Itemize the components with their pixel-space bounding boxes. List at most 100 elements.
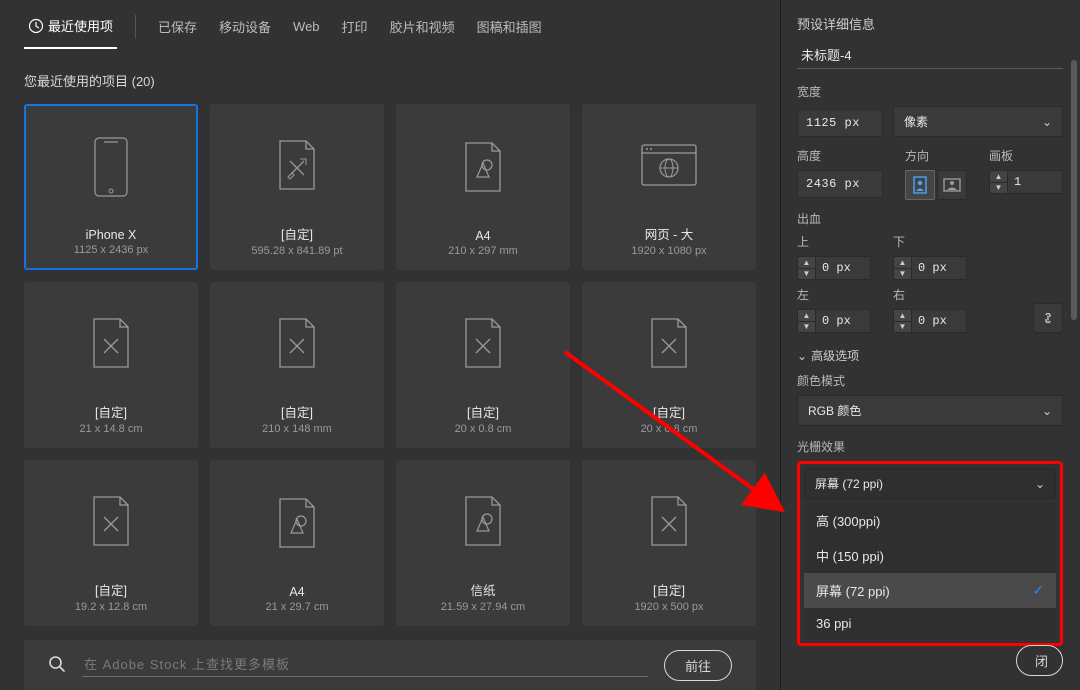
tab-web[interactable]: Web bbox=[289, 13, 324, 46]
tab-divider bbox=[135, 15, 136, 39]
chevron-down-icon: ⌄ bbox=[1035, 477, 1045, 491]
orientation-landscape-button[interactable] bbox=[937, 170, 967, 200]
preset-dims: 1125 x 2436 px bbox=[74, 244, 148, 256]
preset-custom[interactable]: [自定] 595.28 x 841.89 pt bbox=[210, 104, 384, 270]
custom-doc-icon bbox=[276, 283, 318, 402]
height-input[interactable] bbox=[797, 170, 883, 198]
stock-search-input[interactable] bbox=[82, 653, 648, 677]
a4-doc-icon bbox=[462, 105, 504, 229]
raster-option-high[interactable]: 高 (300ppi) bbox=[804, 503, 1056, 538]
tab-saved[interactable]: 已保存 bbox=[154, 11, 201, 48]
unit-value: 像素 bbox=[904, 113, 928, 130]
preset-details-title: 预设详细信息 bbox=[797, 14, 1063, 33]
preset-custom[interactable]: [自定] 210 x 148 mm bbox=[210, 282, 384, 448]
preset-custom[interactable]: [自定] 20 x 0.8 cm bbox=[582, 282, 756, 448]
colormode-label: 颜色模式 bbox=[797, 372, 1063, 389]
web-icon bbox=[640, 105, 698, 224]
preset-custom[interactable]: [自定] 20 x 0.8 cm bbox=[396, 282, 570, 448]
tab-mobile[interactable]: 移动设备 bbox=[215, 11, 275, 48]
preset-dims: 21 x 14.8 cm bbox=[80, 423, 143, 435]
bleed-top-stepper[interactable]: ▲▼ bbox=[797, 256, 871, 280]
chevron-down-icon: ⌄ bbox=[1042, 115, 1052, 129]
preset-name: iPhone X bbox=[86, 228, 137, 242]
preset-a4[interactable]: A4 210 x 297 mm bbox=[396, 104, 570, 270]
preset-name: [自定] bbox=[95, 402, 127, 421]
bleed-right-label: 右 bbox=[893, 286, 967, 303]
raster-highlight-box: 屏幕 (72 ppi) ⌄ 高 (300ppi) 中 (150 ppi) 屏幕 … bbox=[797, 461, 1063, 646]
stock-go-button[interactable]: 前往 bbox=[664, 650, 732, 681]
preset-name: 信纸 bbox=[470, 580, 495, 599]
document-name-input[interactable] bbox=[797, 43, 1063, 69]
bleed-top-input[interactable] bbox=[815, 256, 871, 280]
clock-icon bbox=[28, 18, 44, 34]
bleed-right-stepper[interactable]: ▲▼ bbox=[893, 309, 967, 333]
artboard-stepper[interactable]: ▲▼ bbox=[989, 170, 1063, 194]
width-label: 宽度 bbox=[797, 83, 1063, 100]
preset-dims: 210 x 297 mm bbox=[448, 245, 518, 257]
category-tabs: 最近使用项 已保存 移动设备 Web 打印 胶片和视频 图稿和插图 bbox=[24, 0, 756, 49]
preset-name: A4 bbox=[289, 585, 304, 599]
raster-select[interactable]: 屏幕 (72 ppi) ⌄ bbox=[804, 468, 1056, 499]
step-up-icon[interactable]: ▲ bbox=[990, 171, 1007, 183]
bleed-label: 出血 bbox=[797, 210, 1063, 227]
preset-name: [自定] bbox=[653, 580, 685, 599]
width-input[interactable] bbox=[797, 109, 883, 137]
raster-option-36[interactable]: 36 ppi bbox=[804, 608, 1056, 639]
chevron-down-icon: ⌄ bbox=[797, 349, 807, 363]
preset-dims: 21.59 x 27.94 cm bbox=[441, 601, 525, 613]
preset-name: [自定] bbox=[281, 224, 313, 243]
preset-custom[interactable]: [自定] 19.2 x 12.8 cm bbox=[24, 460, 198, 626]
preset-dims: 210 x 148 mm bbox=[262, 423, 332, 435]
bleed-bottom-input[interactable] bbox=[911, 256, 967, 280]
advanced-options-toggle[interactable]: ⌄ 高级选项 bbox=[797, 347, 1063, 364]
bleed-right-input[interactable] bbox=[911, 309, 967, 333]
colormode-value: RGB 颜色 bbox=[808, 402, 861, 419]
chevron-down-icon: ⌄ bbox=[1042, 404, 1052, 418]
bleed-left-stepper[interactable]: ▲▼ bbox=[797, 309, 871, 333]
preset-dims: 595.28 x 841.89 pt bbox=[251, 245, 342, 257]
preset-dims: 1920 x 1080 px bbox=[631, 245, 706, 257]
custom-doc-icon bbox=[648, 461, 690, 580]
advanced-label: 高级选项 bbox=[811, 347, 859, 364]
preset-custom[interactable]: [自定] 21 x 14.8 cm bbox=[24, 282, 198, 448]
preset-custom[interactable]: [自定] 1920 x 500 px bbox=[582, 460, 756, 626]
preset-grid: iPhone X 1125 x 2436 px [自定] 595.28 x 84… bbox=[24, 104, 756, 626]
scrollbar[interactable] bbox=[1071, 60, 1077, 620]
tab-print[interactable]: 打印 bbox=[338, 11, 372, 48]
preset-iphone-x[interactable]: iPhone X 1125 x 2436 px bbox=[24, 104, 198, 270]
preset-dims: 21 x 29.7 cm bbox=[266, 601, 329, 613]
search-icon bbox=[48, 655, 66, 676]
preset-dims: 19.2 x 12.8 cm bbox=[75, 601, 147, 613]
preset-name: [自定] bbox=[653, 402, 685, 421]
bleed-left-input[interactable] bbox=[815, 309, 871, 333]
tab-recent-label: 最近使用项 bbox=[48, 16, 113, 35]
preset-dims: 1920 x 500 px bbox=[634, 601, 703, 613]
link-bleed-button[interactable] bbox=[1033, 303, 1063, 333]
preset-a4[interactable]: A4 21 x 29.7 cm bbox=[210, 460, 384, 626]
preset-dims: 20 x 0.8 cm bbox=[455, 423, 512, 435]
tab-art[interactable]: 图稿和插图 bbox=[473, 11, 546, 48]
bleed-bottom-stepper[interactable]: ▲▼ bbox=[893, 256, 967, 280]
close-button[interactable]: 闭 bbox=[1016, 645, 1063, 676]
a4-doc-icon bbox=[462, 461, 504, 580]
raster-dropdown: 高 (300ppi) 中 (150 ppi) 屏幕 (72 ppi)✓ 36 p… bbox=[804, 503, 1056, 639]
preset-letter[interactable]: 信纸 21.59 x 27.94 cm bbox=[396, 460, 570, 626]
step-down-icon[interactable]: ▼ bbox=[990, 183, 1007, 194]
raster-option-screen[interactable]: 屏幕 (72 ppi)✓ bbox=[804, 573, 1056, 608]
raster-label: 光栅效果 bbox=[797, 438, 1063, 455]
orientation-portrait-button[interactable] bbox=[905, 170, 935, 200]
tab-recent[interactable]: 最近使用项 bbox=[24, 10, 117, 49]
custom-doc-icon bbox=[276, 105, 318, 224]
bleed-left-label: 左 bbox=[797, 286, 871, 303]
stock-search-bar: 前往 bbox=[24, 640, 756, 690]
raster-option-medium[interactable]: 中 (150 ppi) bbox=[804, 538, 1056, 573]
tab-film[interactable]: 胶片和视频 bbox=[386, 11, 459, 48]
preset-name: 网页 - 大 bbox=[645, 224, 694, 243]
unit-select[interactable]: 像素 ⌄ bbox=[893, 106, 1063, 137]
colormode-select[interactable]: RGB 颜色 ⌄ bbox=[797, 395, 1063, 426]
preset-name: [自定] bbox=[95, 580, 127, 599]
preset-web-large[interactable]: 网页 - 大 1920 x 1080 px bbox=[582, 104, 756, 270]
custom-doc-icon bbox=[90, 283, 132, 402]
artboard-input[interactable] bbox=[1007, 170, 1063, 194]
orientation-label: 方向 bbox=[905, 147, 967, 164]
